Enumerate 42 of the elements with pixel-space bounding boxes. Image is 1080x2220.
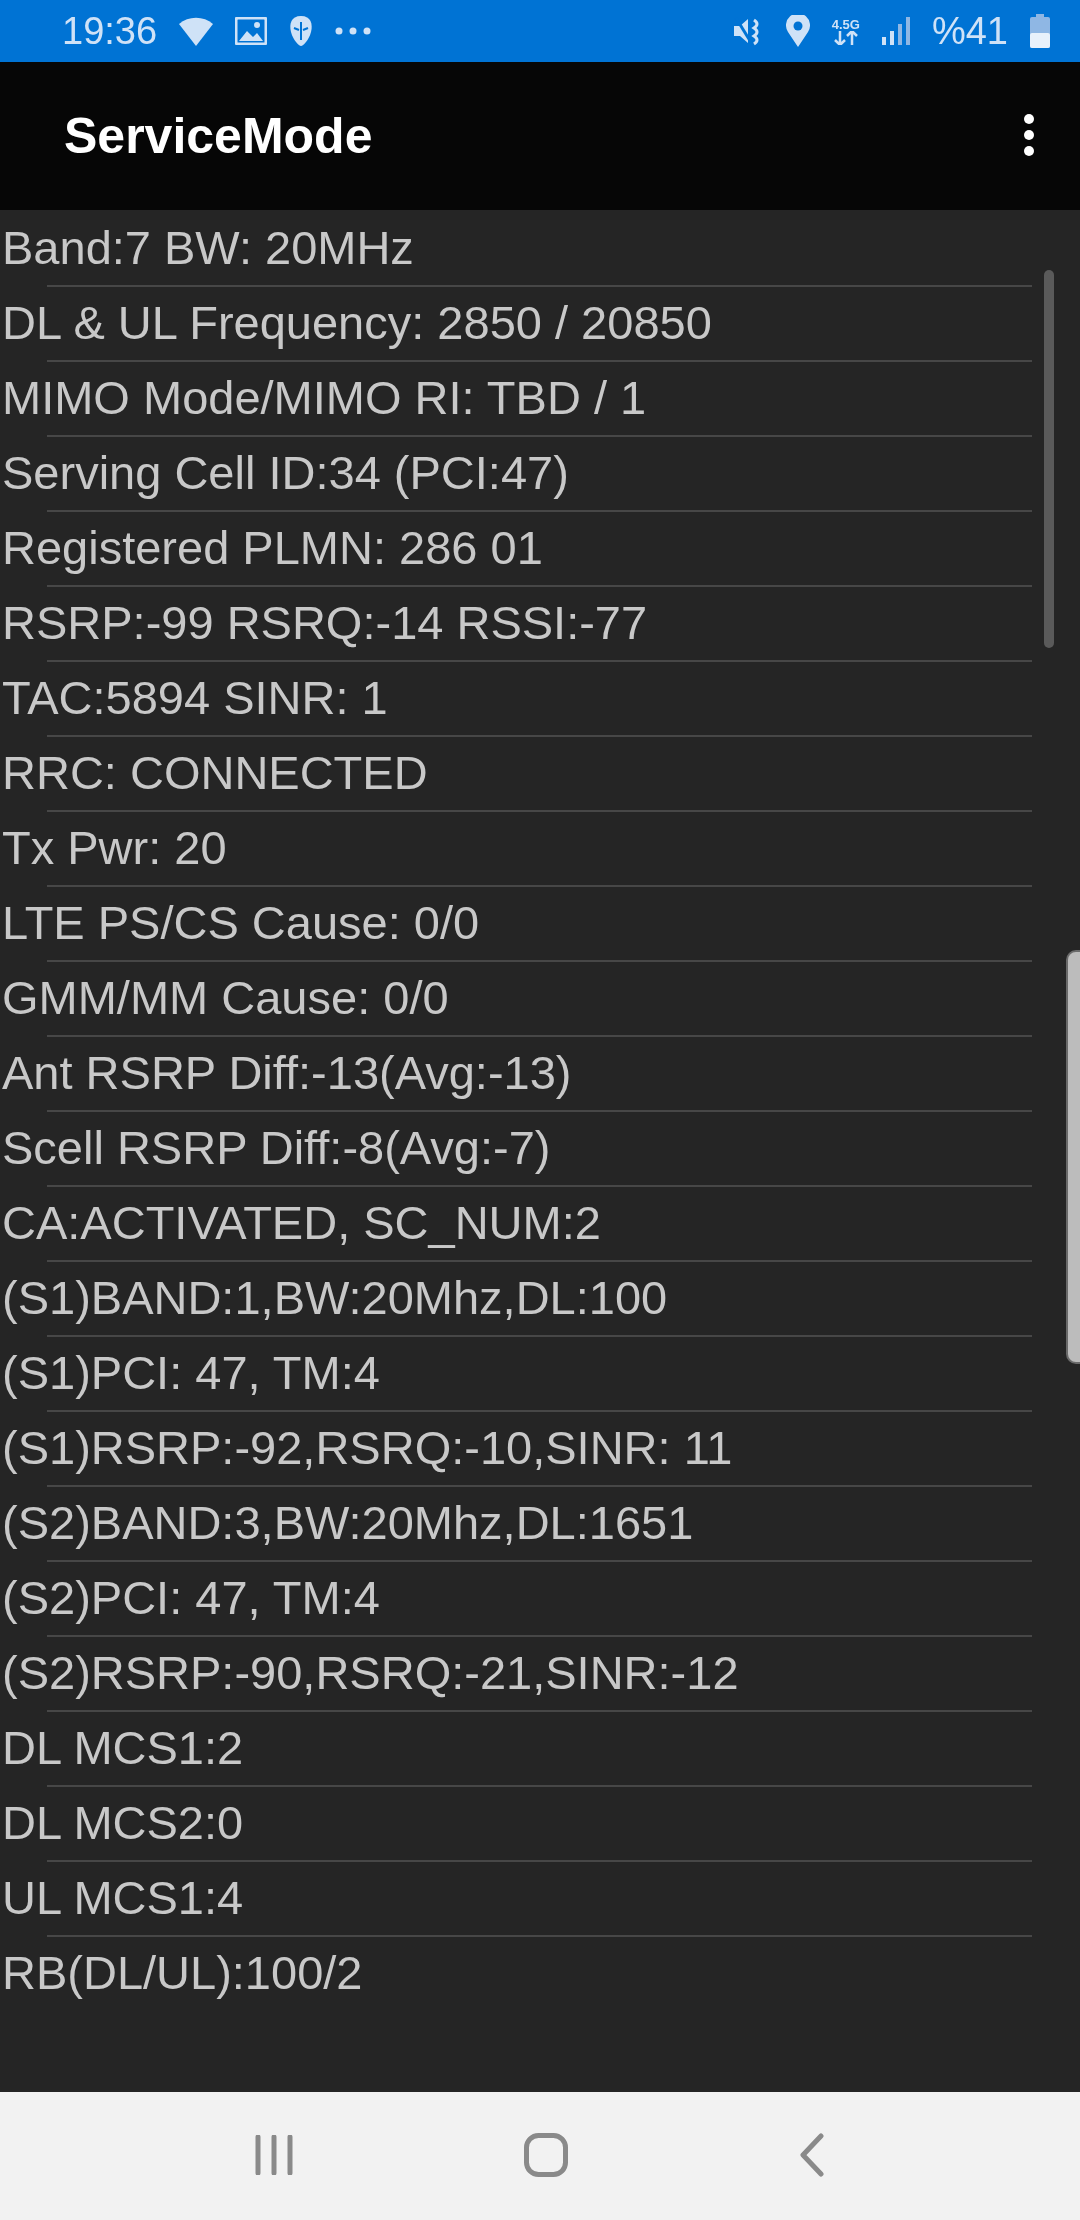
info-line: UL MCS1:4 [1, 1870, 244, 1925]
info-line: (S2)RSRP:-90,RSRQ:-21,SINR:-12 [1, 1645, 739, 1700]
info-line: GMM/MM Cause: 0/0 [1, 970, 449, 1025]
info-line: MIMO Mode/MIMO RI: TBD / 1 [1, 370, 647, 425]
info-line: (S2)BAND:3,BW:20Mhz,DL:1651 [1, 1495, 694, 1550]
data-arrows-icon [833, 30, 858, 45]
info-line: DL MCS2:0 [1, 1795, 244, 1850]
signal-icon [881, 17, 910, 45]
info-line: DL & UL Frequency: 2850 / 20850 [1, 295, 712, 350]
fast-scroll-handle[interactable] [1066, 950, 1080, 1364]
recent-apps-icon [255, 2134, 294, 2175]
more-icon [335, 27, 372, 35]
info-line: RRC: CONNECTED [1, 745, 428, 800]
info-line: CA:ACTIVATED, SC_NUM:2 [1, 1195, 601, 1250]
network-type: 4.5G [831, 17, 860, 31]
info-line: LTE PS/CS Cause: 0/0 [1, 895, 480, 950]
battery-icon [1030, 14, 1050, 48]
back-icon [798, 2132, 825, 2177]
info-line: (S1)RSRP:-92,RSRQ:-10,SINR: 11 [1, 1420, 733, 1475]
info-line: (S1)PCI: 47, TM:4 [1, 1345, 380, 1400]
info-line: Tx Pwr: 20 [1, 820, 227, 875]
wifi-icon [179, 16, 214, 46]
scrollbar-thumb[interactable] [1044, 270, 1054, 648]
home-icon [524, 2132, 568, 2177]
info-line: RSRP:-99 RSRQ:-14 RSSI:-77 [1, 595, 648, 650]
info-line: RB(DL/UL):100/2 [1, 1945, 363, 2000]
info-line: DL MCS1:2 [1, 1720, 244, 1775]
app-title: ServiceMode [64, 107, 374, 165]
clock: 19:36 [62, 9, 158, 53]
battery-percentage: %41 [931, 9, 1008, 53]
location-icon [785, 15, 810, 47]
info-line: Registered PLMN: 286 01 [1, 520, 543, 575]
info-line: Ant RSRP Diff:-13(Avg:-13) [1, 1045, 572, 1100]
info-line: (S2)PCI: 47, TM:4 [1, 1570, 380, 1625]
info-line: (S1)BAND:1,BW:20Mhz,DL:100 [1, 1270, 668, 1325]
info-line: Scell RSRP Diff:-8(Avg:-7) [1, 1120, 551, 1175]
info-line: Band:7 BW: 20MHz [1, 220, 414, 275]
info-line: TAC:5894 SINR: 1 [1, 670, 388, 725]
overflow-menu-icon [1024, 113, 1034, 156]
info-line: Serving Cell ID:34 (PCI:47) [1, 445, 569, 500]
mask-icon [289, 16, 314, 46]
image-icon [235, 17, 268, 45]
